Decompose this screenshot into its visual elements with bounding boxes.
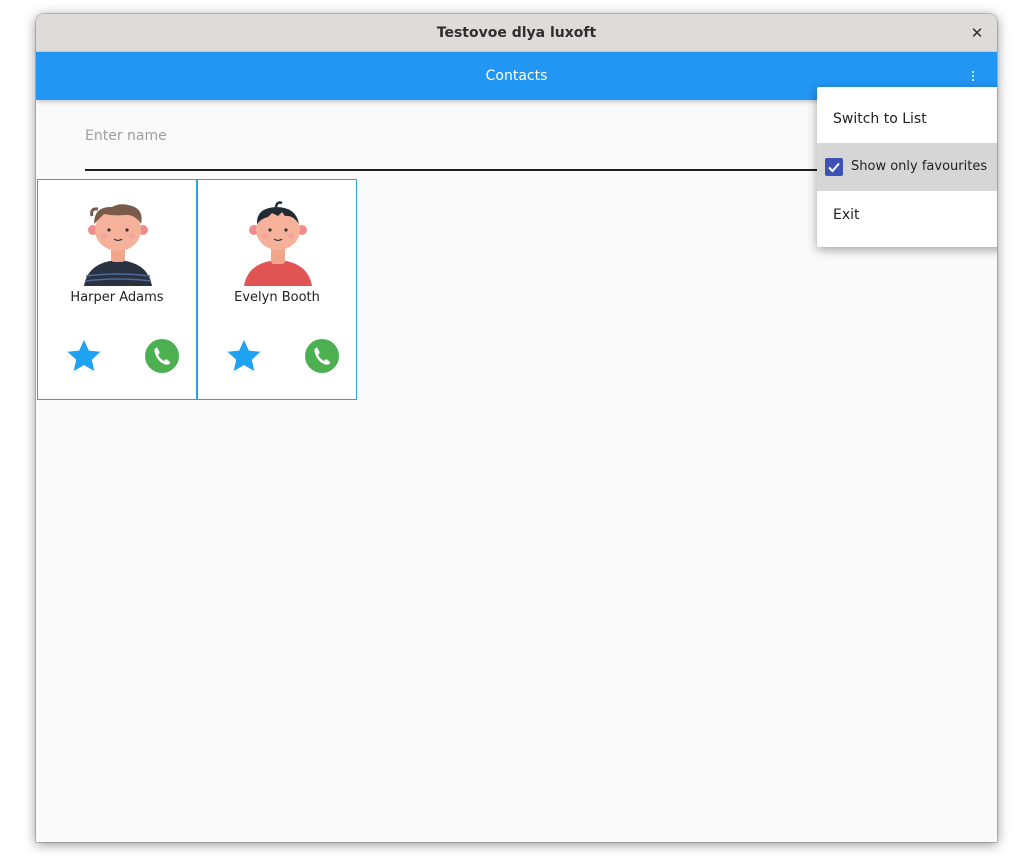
menu-item-label: Show only favourites [851, 159, 988, 174]
menu-item-exit[interactable]: Exit [817, 191, 997, 239]
boy-avatar-black-hair-icon [244, 201, 312, 286]
menu-item-switch-to-list[interactable]: Switch to List [817, 95, 997, 143]
window-titlebar[interactable]: Testovoe dlya luxoft ✕ [36, 14, 997, 52]
close-icon[interactable]: ✕ [967, 23, 987, 43]
contact-card[interactable]: Evelyn Booth [197, 179, 357, 400]
menu-item-label: Switch to List [833, 111, 927, 127]
favourite-star-icon[interactable] [224, 338, 264, 374]
contact-name: Harper Adams [70, 290, 164, 305]
menu-item-show-only-favourites[interactable]: Show only favourites [817, 143, 997, 191]
boy-avatar-brown-hair-icon [84, 204, 152, 286]
app-window: Testovoe dlya luxoft ✕ Contacts Ha [36, 14, 997, 842]
overflow-menu: Switch to List Show only favourites Exit [817, 87, 997, 247]
call-button-icon[interactable] [304, 338, 340, 374]
favourite-star-icon[interactable] [64, 338, 104, 374]
call-button-icon[interactable] [144, 338, 180, 374]
contact-name: Evelyn Booth [234, 290, 320, 305]
more-vertical-icon[interactable] [963, 66, 983, 86]
contact-card[interactable]: Harper Adams [37, 179, 197, 400]
menu-item-label: Exit [833, 207, 860, 223]
checkbox-checked-icon[interactable] [825, 158, 843, 176]
window-title: Testovoe dlya luxoft [436, 25, 597, 41]
